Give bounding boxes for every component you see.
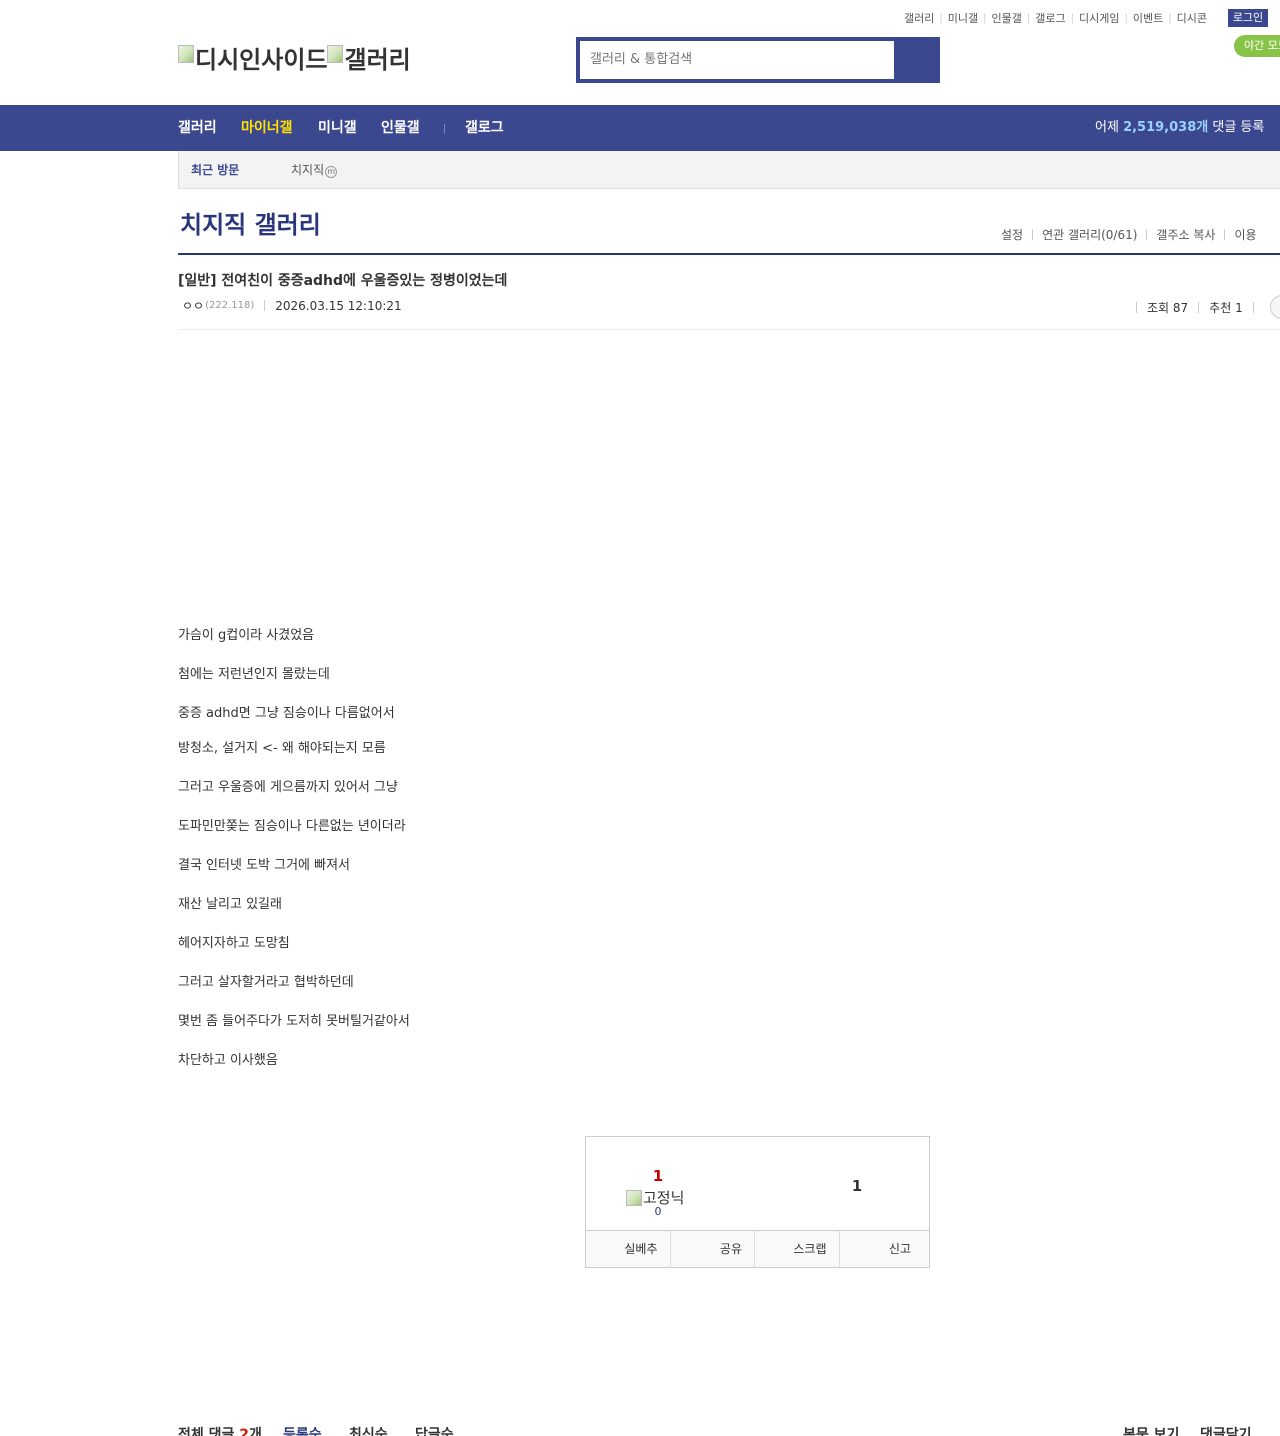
share-button[interactable]: 공유	[671, 1231, 755, 1267]
divider: |	[939, 12, 943, 24]
divider: |	[1168, 12, 1172, 24]
recent-visit-bar: 최근 방문 치지직 m	[178, 151, 1280, 189]
nav-gallog[interactable]: 갤로그	[465, 105, 504, 151]
fixed-nick-count: 0	[654, 1205, 662, 1218]
search-button[interactable]	[898, 41, 936, 79]
post-body-line: 헤어지자하고 도망침	[178, 936, 290, 951]
divider	[1252, 302, 1254, 313]
post-body-line: 그러고 우울증에 게으름까지 있어서 그냥	[178, 780, 398, 795]
gallery-tools: 설정 연관 갤러리(0/61) 갤주소 복사 이용	[1001, 226, 1257, 243]
divider	[1146, 229, 1148, 240]
sort-by-latest[interactable]: 최신순	[349, 1424, 388, 1436]
search-icon	[908, 51, 925, 68]
site-logo[interactable]: 디시인사이드 갤러리	[178, 40, 411, 75]
nav-minor-gallery[interactable]: 마이너갤	[241, 105, 293, 151]
post-views: 조회 87	[1147, 301, 1189, 315]
night-mode-button[interactable]: 야간 모드	[1234, 35, 1280, 57]
gallery-title-underline	[178, 253, 1280, 255]
top-links: 갤러리 | 미니갤 | 인물갤 | 갤로그 | 디시게임 | 이벤트 | 디시콘	[904, 10, 1207, 26]
post-date: 2026.03.15 12:10:21	[275, 298, 402, 313]
scrap-button[interactable]: 스크랩	[755, 1231, 840, 1267]
post-stats: 조회 87 추천 1	[1136, 299, 1264, 316]
post-author-ip: (222.118)	[205, 300, 255, 311]
nav-divider	[444, 124, 445, 134]
recent-visit-item[interactable]: 치지직 m	[291, 151, 338, 189]
divider	[1224, 229, 1226, 240]
upvote-count: 1	[652, 1167, 664, 1185]
divider	[264, 300, 266, 311]
sort-by-registration[interactable]: 등록순	[283, 1424, 322, 1436]
post-recommend-count: 추천 1	[1209, 301, 1243, 315]
post-body-line: 차단하고 이사했음	[178, 1053, 278, 1068]
sort-by-replies[interactable]: 답글순	[415, 1424, 454, 1436]
comments-header: 전체 댓글 2개 등록순 최신순 답글순 본문 보기 댓글닫기	[178, 1424, 1280, 1436]
post-body-line: 몇번 좀 들어주다가 도저히 못버틸거같아서	[178, 1014, 410, 1029]
recommend-box: 1 고정닉 0 1 실베추 공유 스크랩 신고	[585, 1136, 930, 1268]
main-nav: 갤러리 마이너갤 미니갤 인물갤 갤로그 어제 2,519,038개 댓글 등록	[0, 105, 1280, 151]
divider: |	[1070, 12, 1074, 24]
divider	[1032, 229, 1034, 240]
minor-gallery-icon: m	[325, 166, 338, 178]
top-link-gallog[interactable]: 갤로그	[1035, 10, 1065, 26]
comments-total: 전체 댓글 2개	[178, 1427, 262, 1436]
downvote-count: 1	[851, 1177, 863, 1195]
nav-gallery[interactable]: 갤러리	[178, 105, 217, 151]
post-header-divider	[178, 329, 1280, 330]
view-original-button[interactable]: 본문 보기	[1123, 1424, 1179, 1436]
top-link-dcgame[interactable]: 디시게임	[1079, 10, 1119, 26]
divider: |	[1124, 12, 1128, 24]
search-input[interactable]	[580, 41, 894, 79]
copy-address-link[interactable]: 갤주소 복사	[1156, 226, 1215, 243]
divider	[1136, 302, 1137, 313]
post-meta: ㅇㅇ (222.118) 2026.03.15 12:10:21	[182, 297, 402, 314]
post-body-line: 방청소, 설거지 <- 왜 해야되는지 모름	[178, 741, 386, 756]
post-body-line: 그러고 살자할거라고 협박하던데	[178, 975, 354, 990]
top-link-mini[interactable]: 미니갤	[948, 10, 978, 26]
nav-mini-gallery[interactable]: 미니갤	[318, 105, 357, 151]
post-body-line: 재산 날리고 있길래	[178, 897, 282, 912]
usage-link[interactable]: 이용	[1234, 226, 1256, 243]
divider: |	[983, 12, 987, 24]
logo-dcinside: 디시인사이드	[178, 40, 327, 75]
close-comments-button[interactable]: 댓글닫기	[1200, 1424, 1252, 1436]
top-link-event[interactable]: 이벤트	[1133, 10, 1163, 26]
post-body-line: 결국 인터넷 도박 그거에 빠져서	[178, 858, 351, 873]
broken-image-icon	[626, 1189, 642, 1206]
gallery-title[interactable]: 치지직 갤러리	[180, 205, 321, 240]
post-body-line: 첨에는 저런년인지 몰랐는데	[178, 667, 330, 682]
recent-visit-label: 최근 방문	[191, 163, 240, 177]
broken-image-icon	[327, 44, 344, 63]
top-link-person[interactable]: 인물갤	[992, 10, 1022, 26]
post-body-line: 가슴이 g컵이라 사겼었음	[178, 628, 315, 643]
login-button[interactable]: 로그인	[1228, 9, 1268, 27]
report-button[interactable]: 신고	[840, 1231, 930, 1267]
post-option-button[interactable]	[1270, 295, 1280, 319]
search-box	[576, 37, 940, 83]
post-title: [일반] 전여친이 중증adhd에 우울증있는 정병이었는데	[178, 273, 508, 289]
best-recommend-button[interactable]: 실베추	[586, 1231, 671, 1267]
yesterday-comment-count: 어제 2,519,038개 댓글 등록	[1095, 120, 1265, 135]
post-body-line: 중증 adhd면 그냥 짐승이나 다름없어서	[178, 706, 395, 721]
related-gallery-link[interactable]: 연관 갤러리(0/61)	[1042, 226, 1137, 243]
post-body-line: 도파민만쫒는 짐승이나 다른없는 년이더라	[178, 819, 406, 834]
top-link-gallery[interactable]: 갤러리	[904, 10, 934, 26]
divider: |	[1026, 12, 1031, 24]
settings-link[interactable]: 설정	[1001, 226, 1023, 243]
broken-image-icon	[178, 44, 194, 63]
recommend-action-bar: 실베추 공유 스크랩 신고	[586, 1230, 929, 1267]
post-author[interactable]: ㅇㅇ	[182, 297, 204, 314]
top-link-dccon[interactable]: 디시콘	[1177, 10, 1207, 26]
nav-person-gallery[interactable]: 인물갤	[381, 105, 420, 151]
divider	[1198, 302, 1200, 313]
logo-gallery: 갤러리	[327, 40, 411, 75]
